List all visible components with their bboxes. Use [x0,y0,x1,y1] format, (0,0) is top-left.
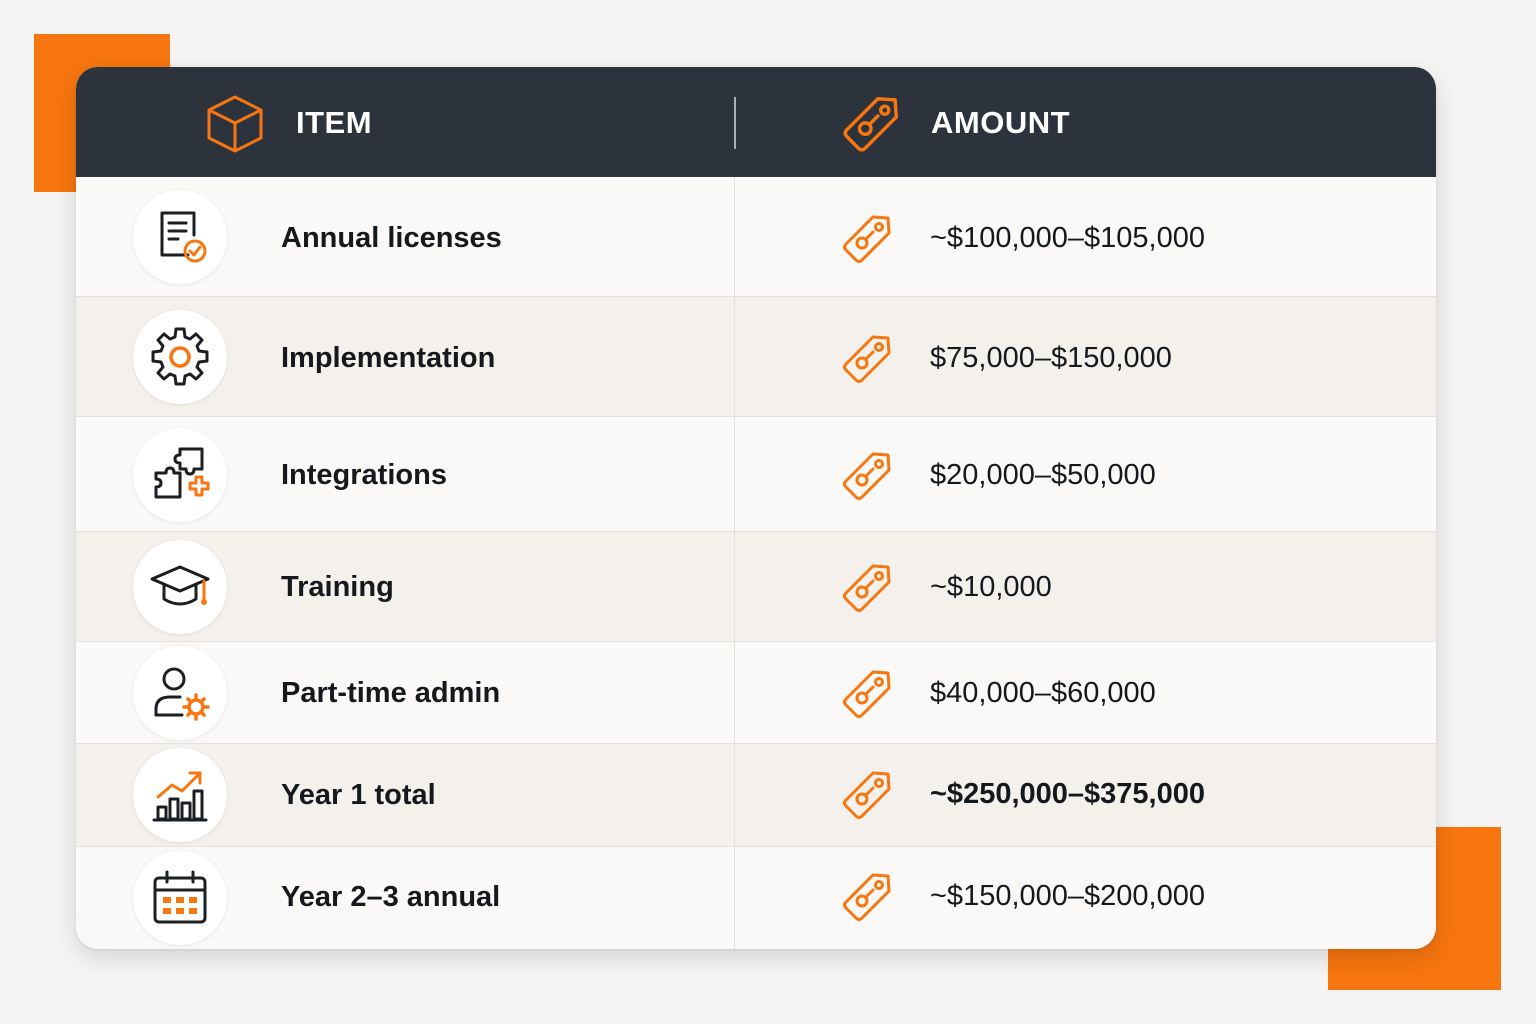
table-row: Annual licenses ~$100,000–$105,000 [76,177,1436,297]
price-tag-icon [843,670,891,718]
graduation-cap-icon-badge [133,540,227,634]
license-document-icon-badge [133,190,227,284]
column-divider [734,744,735,846]
item-label: Part-time admin [281,677,501,709]
amount-value: $20,000–$50,000 [930,459,1156,491]
puzzle-icon [154,447,210,499]
user-settings-icon-badge [133,646,227,740]
amount-column-header: AMOUNT [931,105,1071,140]
amount-value: $40,000–$60,000 [930,677,1156,709]
table-row: Training ~$10,000 [76,532,1436,642]
table-row: Year 2–3 annual ~$150,000–$200,000 [76,847,1436,949]
calendar-icon-badge [133,851,227,945]
growth-chart-icon-badge [133,748,227,842]
user-settings-icon [154,667,210,721]
table-row: Integrations $20,000–$50,000 [76,417,1436,532]
puzzle-icon-badge [133,428,227,522]
amount-value: $75,000–$150,000 [930,342,1172,374]
item-label: Implementation [281,342,496,374]
box-icon [207,95,263,153]
gear-icon-badge [133,310,227,404]
item-label: Integrations [281,459,447,491]
table-row-total: Year 1 total ~$250,000–$375,000 [76,744,1436,847]
table-row: Part-time admin $40,000–$60,000 [76,642,1436,744]
item-label: Training [281,571,394,603]
item-label: Year 1 total [281,779,436,811]
price-tag-icon [843,564,891,612]
column-divider [734,532,735,641]
cost-table-card: ITEM AMOUNT Annual licenses ~$100,000–$1… [76,67,1436,949]
amount-value: ~$250,000–$375,000 [930,778,1205,810]
header-divider [734,97,736,149]
column-divider [734,297,735,416]
price-tag-icon [843,335,891,383]
license-document-icon [160,211,207,263]
column-divider [734,642,735,743]
gear-icon [151,327,209,386]
growth-chart-icon [152,771,208,822]
price-tag-icon [843,771,891,819]
price-tag-icon [843,97,898,152]
graduation-cap-icon [150,565,210,606]
column-divider [734,847,735,949]
table-row: Implementation $75,000–$150,000 [76,297,1436,417]
price-tag-icon [843,452,891,500]
price-tag-icon [843,873,891,921]
item-column-header: ITEM [296,105,373,140]
calendar-icon [153,870,207,924]
column-divider [734,417,735,531]
price-tag-icon [843,215,891,263]
amount-value: ~$100,000–$105,000 [930,222,1205,254]
item-label: Year 2–3 annual [281,881,501,913]
amount-value: ~$10,000 [930,571,1052,603]
item-label: Annual licenses [281,222,502,254]
table-header: ITEM AMOUNT [76,67,1436,177]
amount-value: ~$150,000–$200,000 [930,880,1205,912]
column-divider [734,177,735,296]
